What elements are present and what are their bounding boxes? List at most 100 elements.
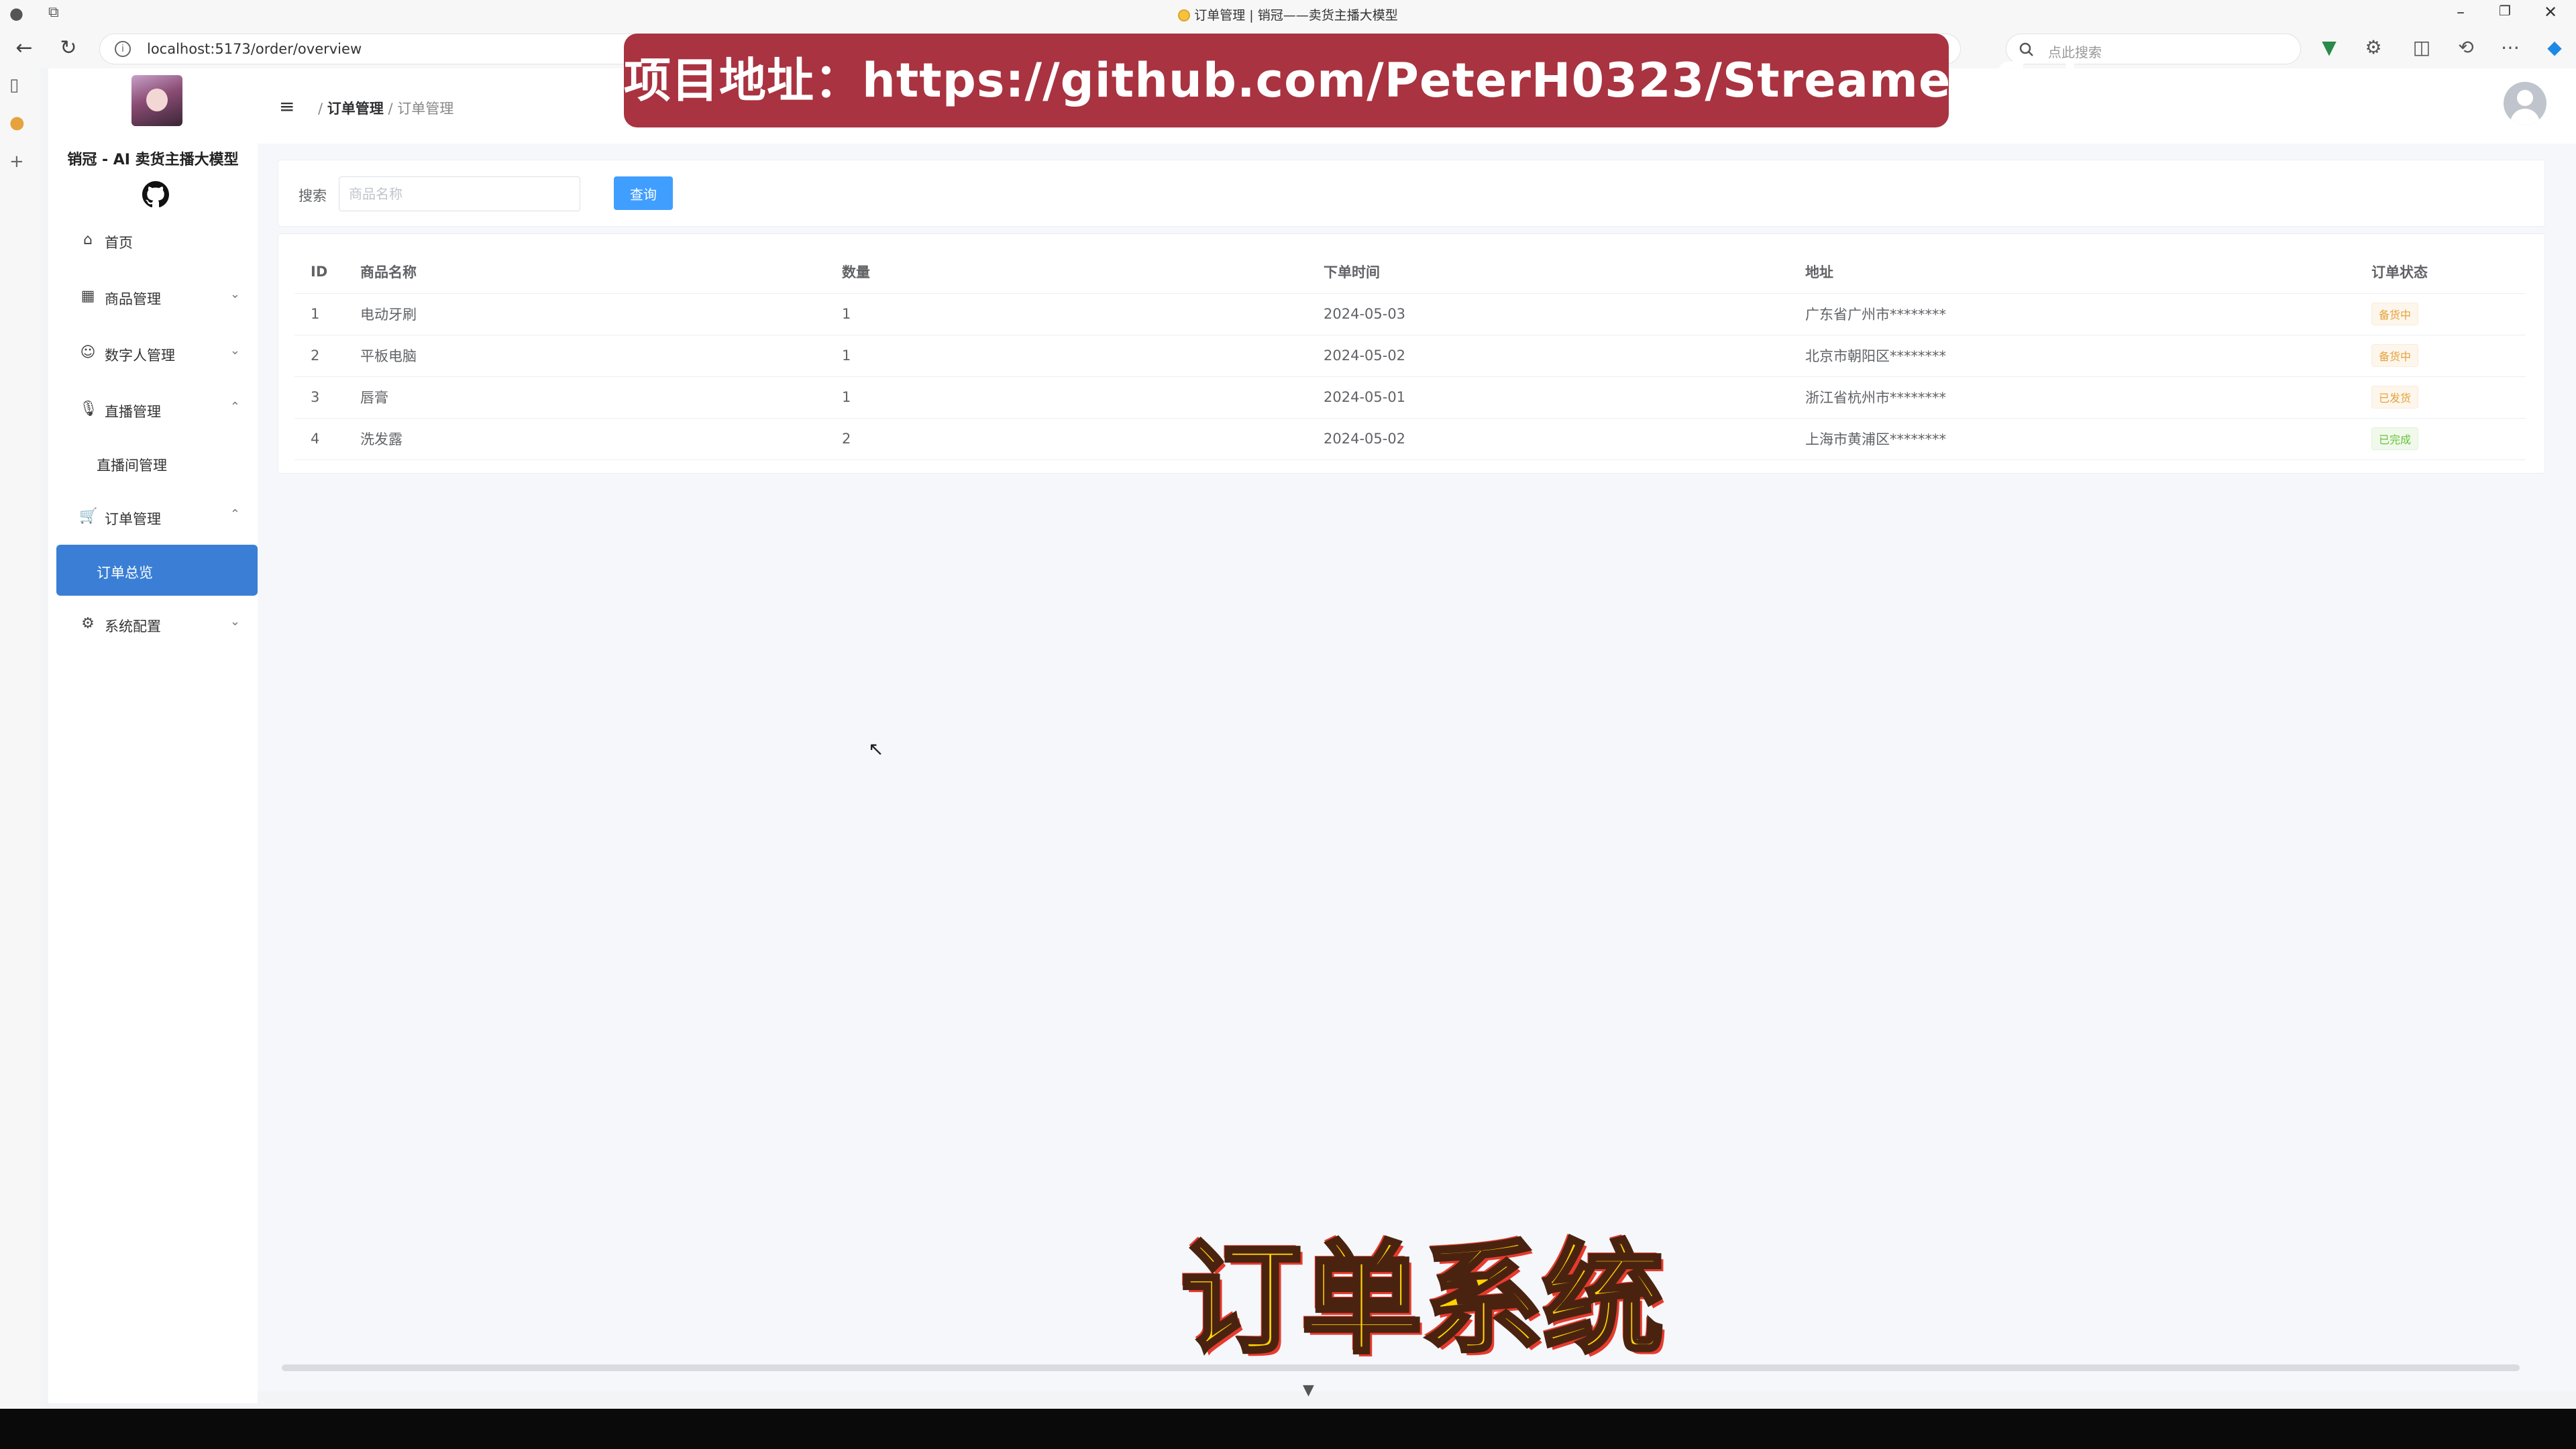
sidebar-subitem-order-overview[interactable]: 订单总览 xyxy=(56,545,258,596)
sidebar-subitem-live-room[interactable]: 直播间管理 xyxy=(48,436,258,490)
column-header: ID xyxy=(294,250,344,294)
vue-devtools-icon[interactable]: ▼ xyxy=(2316,36,2343,58)
mouse-cursor-icon: ↖ xyxy=(868,738,884,760)
restore-icon[interactable]: ❐ xyxy=(2491,3,2518,19)
browser-titlebar: ● ⧉ 订单管理 | 销冠——卖货主播大模型 – ❐ ✕ xyxy=(0,0,2576,30)
cell-status: 备货中 xyxy=(2355,335,2526,377)
url-text: localhost:5173/order/overview xyxy=(147,41,362,57)
cell-id: 1 xyxy=(294,293,344,335)
sidebar-item-home[interactable]: ⌂ 首页 xyxy=(48,213,258,267)
reload-icon[interactable]: ↻ xyxy=(55,36,82,60)
query-button[interactable]: 查询 xyxy=(614,176,673,210)
column-header: 订单状态 xyxy=(2355,250,2526,294)
column-header: 数量 xyxy=(826,250,1307,294)
sidebar-item-digital-human[interactable]: ☺ 数字人管理 ⌄ xyxy=(48,326,258,380)
copilot-icon[interactable]: ◆ xyxy=(2541,36,2568,58)
sidebar-item-label: 订单总览 xyxy=(97,565,153,581)
cell-product-name: 唇膏 xyxy=(344,376,826,419)
cell-order-time: 2024-05-03 xyxy=(1307,293,1789,335)
extensions-icon[interactable]: ⚙ xyxy=(2360,36,2387,58)
sidebar-item-orders[interactable]: 🛒 订单管理 ⌃ xyxy=(48,490,258,543)
cell-id: 4 xyxy=(294,418,344,460)
breadcrumb: / 订单管理 / 订单管理 xyxy=(318,101,454,117)
orders-table-card: ID 商品名称 数量 下单时间 地址 订单状态 1 电动牙刷 1 2024-05… xyxy=(278,233,2545,474)
table-row[interactable]: 1 电动牙刷 1 2024-05-03 广东省广州市******** 备货中 xyxy=(294,293,2526,335)
video-subtitle: 订单系统 xyxy=(1179,1228,1666,1372)
project-url-banner: 项目地址：https://github.com/PeterH0323/Strea… xyxy=(624,34,2139,127)
cell-address: 浙江省杭州市******** xyxy=(1789,376,2355,419)
app-logo xyxy=(131,75,182,126)
status-badge: 备货中 xyxy=(2371,303,2419,325)
status-badge: 备货中 xyxy=(2371,344,2419,367)
avatar[interactable] xyxy=(2504,82,2546,125)
scroll-down-icon[interactable]: ▼ xyxy=(1303,1382,1314,1399)
app-name: 销冠 - AI 卖货主播大模型 xyxy=(67,152,239,168)
cell-quantity: 1 xyxy=(826,293,1307,335)
split-view-icon[interactable]: ◫ xyxy=(2408,36,2435,58)
minimize-icon[interactable]: – xyxy=(2447,3,2474,21)
table-header-row: ID 商品名称 数量 下单时间 地址 订单状态 xyxy=(294,250,2526,294)
cell-status: 已发货 xyxy=(2355,376,2526,419)
more-menu-icon[interactable]: ⋯ xyxy=(2497,36,2524,58)
sidebar-item-label: 系统配置 xyxy=(105,619,161,635)
sidebar: 销冠 - AI 卖货主播大模型 ⌂ 首页 ▦ 商品管理 ⌄ ☺ 数字人管理 ⌄ … xyxy=(48,68,258,1403)
sidebar-item-label: 商品管理 xyxy=(105,291,161,307)
search-card: 搜索 查询 xyxy=(278,160,2545,227)
gear-icon: ⚙ xyxy=(81,615,95,632)
grid-icon: ▦ xyxy=(80,288,95,305)
cell-id: 2 xyxy=(294,335,344,377)
close-window-icon[interactable]: ✕ xyxy=(2537,3,2564,21)
chevron-up-icon: ⌃ xyxy=(229,400,240,414)
active-tab-icon[interactable]: ● xyxy=(9,113,25,133)
cart-icon: 🛒 xyxy=(79,508,98,525)
cell-quantity: 2 xyxy=(826,418,1307,460)
sidebar-item-settings[interactable]: ⚙ 系统配置 ⌄ xyxy=(48,597,258,651)
back-icon[interactable]: ← xyxy=(11,36,38,60)
github-icon[interactable] xyxy=(142,181,169,208)
window-title-text: 订单管理 | 销冠——卖货主播大模型 xyxy=(1194,8,1398,23)
breadcrumb-item[interactable]: 订单管理 xyxy=(327,101,384,117)
sidebar-item-label: 直播间管理 xyxy=(97,458,167,474)
cell-order-time: 2024-05-01 xyxy=(1307,376,1789,419)
cell-order-time: 2024-05-02 xyxy=(1307,418,1789,460)
sidebar-item-label: 订单管理 xyxy=(105,511,161,527)
table-row[interactable]: 3 唇膏 1 2024-05-01 浙江省杭州市******** 已发货 xyxy=(294,376,2526,419)
cell-product-name: 洗发露 xyxy=(344,418,826,460)
sidebar-item-products[interactable]: ▦ 商品管理 ⌄ xyxy=(48,270,258,323)
chevron-up-icon: ⌃ xyxy=(229,507,240,521)
column-header: 地址 xyxy=(1789,250,2355,294)
cell-product-name: 平板电脑 xyxy=(344,335,826,377)
chevron-down-icon: ⌄ xyxy=(229,287,240,301)
favicon-icon xyxy=(1178,9,1191,21)
cell-address: 广东省广州市******** xyxy=(1789,293,2355,335)
site-info-icon[interactable]: i xyxy=(115,41,131,57)
history-icon[interactable]: ⟲ xyxy=(2453,36,2479,58)
search-label: 搜索 xyxy=(299,188,327,204)
chevron-down-icon: ⌄ xyxy=(229,614,240,629)
cell-product-name: 电动牙刷 xyxy=(344,293,826,335)
column-header: 下单时间 xyxy=(1307,250,1789,294)
mic-icon: 🎙 xyxy=(79,400,98,417)
browser-side-strip: ▯ ● + xyxy=(0,68,40,1410)
orders-table: ID 商品名称 数量 下单时间 地址 订单状态 1 电动牙刷 1 2024-05… xyxy=(294,250,2526,460)
cell-id: 3 xyxy=(294,376,344,419)
column-header: 商品名称 xyxy=(344,250,826,294)
menu-toggle-icon[interactable]: ≡ xyxy=(279,95,294,117)
chevron-down-icon: ⌄ xyxy=(229,343,240,358)
sidebar-item-live[interactable]: 🎙 直播管理 ⌃ xyxy=(48,382,258,436)
sidebar-item-label: 直播管理 xyxy=(105,404,161,420)
table-row[interactable]: 2 平板电脑 1 2024-05-02 北京市朝阳区******** 备货中 xyxy=(294,335,2526,377)
table-row[interactable]: 4 洗发露 2 2024-05-02 上海市黄浦区******** 已完成 xyxy=(294,418,2526,460)
cell-quantity: 1 xyxy=(826,376,1307,419)
product-name-search-input[interactable] xyxy=(339,176,580,211)
cell-address: 上海市黄浦区******** xyxy=(1789,418,2355,460)
sidebar-item-label: 数字人管理 xyxy=(105,347,175,364)
cell-quantity: 1 xyxy=(826,335,1307,377)
tabs-icon[interactable]: ▯ xyxy=(9,75,19,95)
user-icon: ☺ xyxy=(80,344,96,361)
cell-order-time: 2024-05-02 xyxy=(1307,335,1789,377)
sidebar-item-label: 首页 xyxy=(105,235,133,251)
window-title: 订单管理 | 销冠——卖货主播大模型 xyxy=(0,5,2576,23)
new-tab-icon[interactable]: + xyxy=(9,152,24,172)
breadcrumb-item: 订单管理 xyxy=(397,101,454,117)
